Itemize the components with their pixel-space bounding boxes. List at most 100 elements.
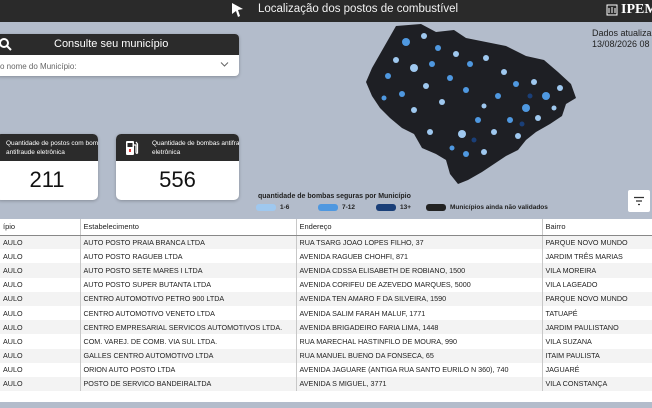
cell-municipio: AULO	[3, 280, 23, 290]
cell-estabelecimento: AUTO POSTO PRAIA BRANCA LTDA	[79, 235, 296, 250]
cell-bairro: VILA CONSTANÇA	[541, 376, 652, 392]
page-title: Localização dos postos de combustível	[258, 3, 459, 15]
cell-bairro: TATUAPÉ	[541, 305, 652, 321]
table-row[interactable]: AULO COM. VAREJ. DE COMB. VIA SUL LTDA. RU…	[0, 334, 652, 349]
table-row[interactable]: AULO AUTO POSTO RAGUEB LTDA AVENIDA RAGUEB…	[0, 249, 652, 264]
cell-estabelecimento: POSTO DE SERVICO BANDEIRALTDA	[79, 376, 296, 392]
cursor-icon	[232, 3, 243, 17]
table-header-row: ípio Estabelecimento Endereço Bairro	[0, 219, 652, 236]
cell-bairro: PARQUE NOVO MUNDO	[541, 235, 652, 250]
kpi-card-pumps: Quantidade de bombas antifraude eletrôni…	[116, 134, 239, 200]
cell-endereco: AVENIDA BRIGADEIRO FARIA LIMA, 1448	[295, 320, 542, 335]
legend-label: Municípios ainda não validados	[450, 204, 548, 211]
cell-endereco: AVENIDA JAGUARE (ANTIGA RUA SANTO EURILO…	[295, 362, 542, 377]
cell-endereco: RUA MARECHAL HASTINFILO DE MOURA, 990	[295, 334, 542, 349]
cell-endereco: RUA MANUEL BUENO DA FONSECA, 65	[295, 348, 542, 363]
legend-swatch	[426, 204, 446, 211]
cell-endereco: AVENIDA CORIFEU DE AZEVEDO MARQUES, 5000	[295, 277, 542, 292]
municipality-input[interactable]	[0, 58, 220, 74]
cell-estabelecimento: CENTRO AUTOMOTIVO VENETO LTDA	[79, 305, 296, 321]
table-row[interactable]: AULO AUTO POSTO SETE MARES I LTDA AVENIDA …	[0, 263, 652, 278]
cell-bairro: PARQUE NOVO MUNDO	[541, 291, 652, 306]
cell-estabelecimento: AUTO POSTO RAGUEB LTDA	[79, 249, 296, 264]
legend-item-13-plus: 13+	[376, 204, 411, 211]
table-row[interactable]: AULO ORION AUTO POSTO LTDA AVENIDA JAGUARE…	[0, 362, 652, 377]
fuel-pump-icon	[126, 141, 139, 155]
cell-estabelecimento: GALLES CENTRO AUTOMOTIVO LTDA	[79, 348, 296, 363]
cell-bairro: VILA SUZANA	[541, 334, 652, 349]
last-updated: Dados atualiza 13/08/2026 08	[592, 28, 652, 50]
column-header-bairro[interactable]: Bairro	[541, 219, 652, 236]
cell-municipio: AULO	[0, 320, 80, 335]
cell-estabelecimento: ORION AUTO POSTO LTDA	[79, 362, 296, 377]
cell-endereco: AVENIDA S MIGUEL, 3771	[295, 376, 542, 392]
table-body: AULO AUTO POSTO PRAIA BRANCA LTDA RUA TSAR…	[0, 235, 652, 392]
legend-title: quantidade de bombas seguras por Municíp…	[258, 193, 411, 200]
search-card-title: Consulte seu município	[54, 38, 169, 50]
cell-bairro: JAGUARÉ	[541, 362, 652, 377]
cell-bairro: JARDIM PAULISTANO	[541, 320, 652, 335]
cell-bairro: VILA MOREIRA	[541, 263, 652, 278]
table-row[interactable]: AULO CENTRO AUTOMOTIVO VENETO LTDA AVENIDA…	[0, 305, 652, 321]
kpi-pumps-label: Quantidade de bombas antifraude eletrôni…	[152, 140, 239, 156]
cell-estabelecimento: AUTO POSTO SETE MARES I LTDA	[79, 263, 296, 278]
cell-bairro: ITAIM PAULISTA	[541, 348, 652, 363]
table-row[interactable]: AULO CENTRO AUTOMOTIVO PETRO 900 LTDA AVEN…	[0, 291, 652, 306]
cell-estabelecimento: CENTRO AUTOMOTIVO PETRO 900 LTDA	[79, 291, 296, 306]
last-updated-date: 13/08/2026 08	[592, 39, 650, 49]
cell-endereco: RUA TSARG JOAO LOPES FILHO, 37	[295, 235, 542, 250]
top-bar: Localização dos postos de combustível IP…	[0, 0, 652, 22]
cell-municipio: AULO	[3, 308, 23, 318]
cell-municipio: AULO	[0, 263, 80, 278]
cell-endereco: AVENIDA RAGUEB CHOHFI, 871	[295, 249, 542, 264]
column-header-municipio[interactable]: ípio	[0, 219, 80, 236]
cell-municipio: AULO	[0, 376, 80, 392]
filter-icon	[634, 196, 644, 206]
cell-bairro: VILA LAGEADO	[541, 277, 652, 292]
cell-endereco: AVENIDA CDSSA ELISABETH DE ROBIANO, 1500	[295, 263, 542, 278]
stations-table[interactable]: ípio Estabelecimento Endereço Bairro AUL…	[0, 219, 652, 408]
search-icon	[0, 38, 12, 51]
legend-swatch	[376, 204, 396, 211]
cell-municipio: AULO	[3, 336, 23, 346]
chevron-down-icon[interactable]	[220, 61, 229, 68]
municipality-dropdown[interactable]	[0, 55, 239, 76]
state-shape	[366, 24, 576, 184]
search-card-header: Consulte seu município	[0, 34, 239, 55]
kpi-stations-label: Quantidade de postos com bomba antifraud…	[6, 140, 98, 156]
table-row[interactable]: AULO GALLES CENTRO AUTOMOTIVO LTDA RUA MAN…	[0, 348, 652, 363]
legend-label: 1-6	[280, 204, 290, 211]
brand-text: IPEM	[621, 2, 652, 17]
legend-item-not-validated: Municípios ainda não validados	[426, 204, 548, 211]
cell-municipio: AULO	[3, 365, 23, 375]
cell-bairro: JARDIM TRÊS MARIAS	[541, 249, 652, 264]
cell-municipio: AULO	[0, 235, 80, 250]
cell-estabelecimento: AUTO POSTO SUPER BUTANTA LTDA	[79, 277, 296, 292]
legend-item-1-6: 1-6	[256, 204, 289, 211]
cell-municipio: AULO	[0, 291, 80, 306]
cell-municipio: AULO	[0, 348, 80, 363]
kpi-card-stations: Quantidade de postos com bomba antifraud…	[0, 134, 98, 200]
cell-estabelecimento: COM. VAREJ. DE COMB. VIA SUL LTDA.	[79, 334, 296, 349]
column-header-estabelecimento[interactable]: Estabelecimento	[79, 219, 296, 236]
cell-endereco: AVENIDA TEN AMARO F DA SILVEIRA, 1590	[295, 291, 542, 306]
column-header-endereco[interactable]: Endereço	[295, 219, 542, 236]
filter-button[interactable]	[628, 190, 650, 212]
brand-emblem-icon	[606, 4, 618, 16]
table-row[interactable]: AULO CENTRO EMPRESARIAL SERVICOS AUTOMOTI…	[0, 320, 652, 335]
sao-paulo-map[interactable]	[366, 24, 576, 184]
cell-estabelecimento: CENTRO EMPRESARIAL SERVICOS AUTOMOTIVOS …	[79, 320, 296, 335]
legend-swatch	[256, 204, 276, 211]
table-row[interactable]: AULO AUTO POSTO SUPER BUTANTA LTDA AVENIDA…	[0, 277, 652, 292]
kpi-stations-value: 211	[29, 167, 65, 192]
legend-item-7-12: 7-12	[318, 204, 355, 211]
last-updated-label: Dados atualiza	[592, 28, 652, 38]
cell-endereco: AVENIDA SALIM FARAH MALUF, 1771	[295, 305, 542, 321]
legend-swatch	[318, 204, 338, 211]
cell-municipio: AULO	[3, 251, 23, 261]
table-row[interactable]: AULO AUTO POSTO PRAIA BRANCA LTDA RUA TSAR…	[0, 235, 652, 250]
bottom-strip	[0, 402, 652, 408]
legend-label: 13+	[400, 204, 412, 211]
table-row[interactable]: AULO POSTO DE SERVICO BANDEIRALTDA AVENIDA…	[0, 376, 652, 392]
brand-logo: IPEM	[606, 2, 652, 18]
